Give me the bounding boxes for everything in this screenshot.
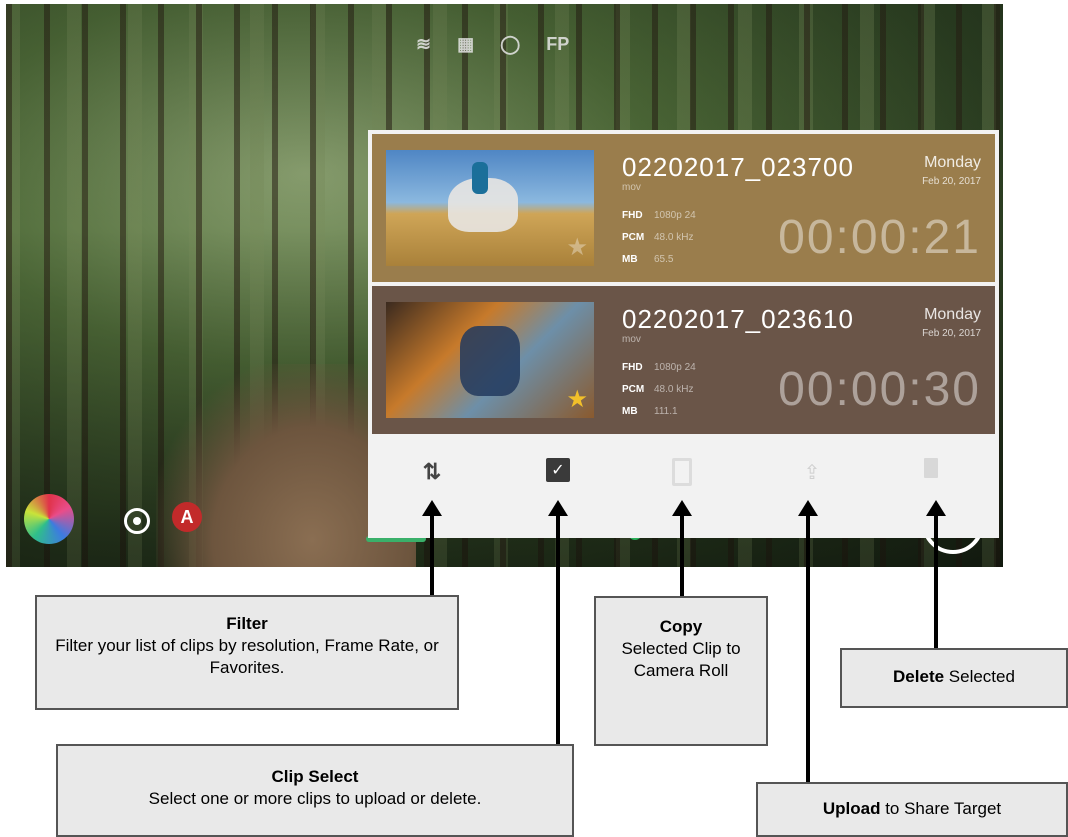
upload-title: Upload — [822, 799, 881, 818]
exposure-icon[interactable]: ◯ — [500, 34, 520, 55]
rider-shape — [472, 162, 488, 194]
clip-library-panel: ★ 02202017_023700 mov Monday Feb 20, 201… — [368, 130, 999, 538]
pcm-label: PCM — [622, 232, 645, 243]
fhd-label: FHD — [622, 210, 643, 221]
filter-icon[interactable]: ⇅ — [418, 458, 446, 486]
clip-select-icon[interactable]: ✓ — [546, 458, 570, 482]
color-wheel-icon[interactable] — [24, 494, 74, 544]
clip-row[interactable]: ★ 02202017_023610 mov Monday Feb 20, 201… — [372, 286, 995, 434]
pcm-value: 48.0 kHz — [654, 384, 694, 395]
fhd-value: 1080p 24 — [654, 362, 696, 373]
clip-day: Monday — [924, 154, 981, 171]
focus-target-icon[interactable] — [124, 508, 150, 534]
clip-name: 02202017_023610 — [622, 304, 854, 334]
mb-label: MB — [622, 406, 638, 417]
clip-day: Monday — [924, 306, 981, 323]
filter-title: Filter — [226, 614, 268, 633]
copy-title: Copy — [659, 617, 703, 636]
clip-audio: PCM 48.0 kHz — [622, 384, 693, 395]
filter-description: Filter your list of clips by resolution,… — [55, 636, 439, 677]
delete-description: Selected — [944, 667, 1015, 686]
upload-callout: Upload to Share Target — [756, 782, 1068, 837]
copy-callout: Copy Selected Clip to Camera Roll — [594, 596, 768, 746]
clip-name: 02202017_023700 — [622, 152, 854, 182]
status-icons: ≋ ▦ ◯ FP — [416, 34, 569, 55]
filter-callout: Filter Filter your list of clips by reso… — [35, 595, 459, 710]
copy-arrow — [672, 500, 692, 598]
clip-extension: mov — [622, 334, 641, 345]
delete-callout: Delete Selected — [840, 648, 1068, 708]
clip-audio: PCM 48.0 kHz — [622, 232, 693, 243]
clip-select-callout: Clip Select Select one or more clips to … — [56, 744, 574, 837]
favorite-star-icon[interactable]: ★ — [566, 385, 588, 414]
pcm-label: PCM — [622, 384, 645, 395]
pcm-value: 48.0 kHz — [654, 232, 694, 243]
copy-description: Selected Clip to Camera Roll — [621, 639, 741, 680]
mb-value: 65.5 — [654, 254, 674, 265]
clip-resolution: FHD 1080p 24 — [622, 362, 696, 373]
clip-thumbnail[interactable]: ★ — [386, 302, 594, 418]
upload-icon[interactable]: ⇪ — [798, 458, 826, 486]
clip-select-title: Clip Select — [271, 767, 359, 786]
delete-arrow — [926, 500, 946, 650]
upload-arrow — [798, 500, 818, 784]
trash-icon[interactable] — [924, 458, 938, 478]
clip-thumbnail[interactable]: ★ — [386, 150, 594, 266]
clip-extension: mov — [622, 182, 641, 193]
clip-size: MB 65.5 — [622, 254, 673, 265]
clip-duration: 00:00:30 — [778, 363, 981, 416]
clip-row[interactable]: ★ 02202017_023700 mov Monday Feb 20, 201… — [372, 134, 995, 282]
fp-icon[interactable]: FP — [546, 34, 569, 55]
fan-icon[interactable]: ≋ — [416, 34, 431, 55]
clip-date: Feb 20, 2017 — [922, 328, 981, 339]
mb-label: MB — [622, 254, 638, 265]
clip-size: MB 111.1 — [622, 406, 678, 417]
clip-select-description: Select one or more clips to upload or de… — [148, 789, 482, 808]
fhd-value: 1080p 24 — [654, 210, 696, 221]
clip-date: Feb 20, 2017 — [922, 176, 981, 187]
auto-mode-button[interactable]: A — [172, 502, 202, 532]
fhd-label: FHD — [622, 362, 643, 373]
clip-duration: 00:00:21 — [778, 211, 981, 264]
copy-icon[interactable] — [672, 458, 692, 486]
favorite-star-icon[interactable]: ★ — [566, 233, 588, 262]
mb-value: 111.1 — [654, 406, 678, 417]
delete-title: Delete — [893, 667, 945, 686]
upload-description: to Share Target — [880, 799, 1002, 818]
clip-resolution: FHD 1080p 24 — [622, 210, 696, 221]
biker-shape — [460, 326, 520, 396]
clip-select-arrow — [548, 500, 568, 746]
filter-arrow — [422, 500, 442, 596]
grid-icon[interactable]: ▦ — [457, 34, 474, 55]
